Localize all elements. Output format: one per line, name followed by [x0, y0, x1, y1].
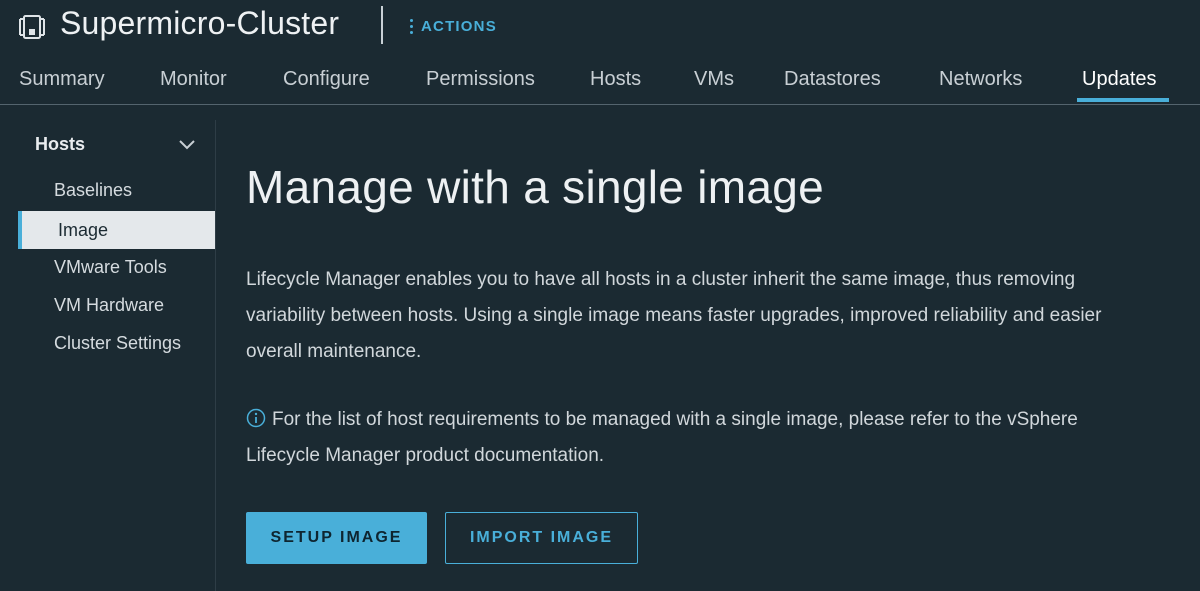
setup-image-button[interactable]: SETUP IMAGE [246, 512, 427, 564]
sidebar-section-hosts[interactable]: Hosts [35, 134, 85, 155]
main-heading: Manage with a single image [246, 161, 825, 213]
main-content: Manage with a single image Lifecycle Man… [246, 0, 1176, 591]
info-text: For the list of host requirements to be … [246, 409, 1078, 466]
info-note: For the list of host requirements to be … [246, 402, 1146, 474]
sidebar-item-baselines[interactable]: Baselines [18, 171, 215, 209]
sidebar-item-vm-hardware[interactable]: VM Hardware [18, 286, 215, 324]
tab-monitor[interactable]: Monitor [160, 68, 227, 91]
import-image-button[interactable]: IMPORT IMAGE [445, 512, 638, 564]
info-icon [246, 408, 266, 428]
sidebar-item-cluster-settings[interactable]: Cluster Settings [18, 324, 215, 362]
tab-summary[interactable]: Summary [19, 68, 105, 91]
cluster-icon [19, 15, 45, 39]
sidebar-item-vmware-tools[interactable]: VMware Tools [18, 248, 215, 286]
chevron-down-icon[interactable] [178, 138, 196, 152]
sidebar-item-image[interactable]: Image [18, 211, 215, 249]
description-text: Lifecycle Manager enables you to have al… [246, 269, 1102, 362]
sidebar: Hosts Baselines Image VMware Tools VM Ha… [0, 120, 216, 591]
